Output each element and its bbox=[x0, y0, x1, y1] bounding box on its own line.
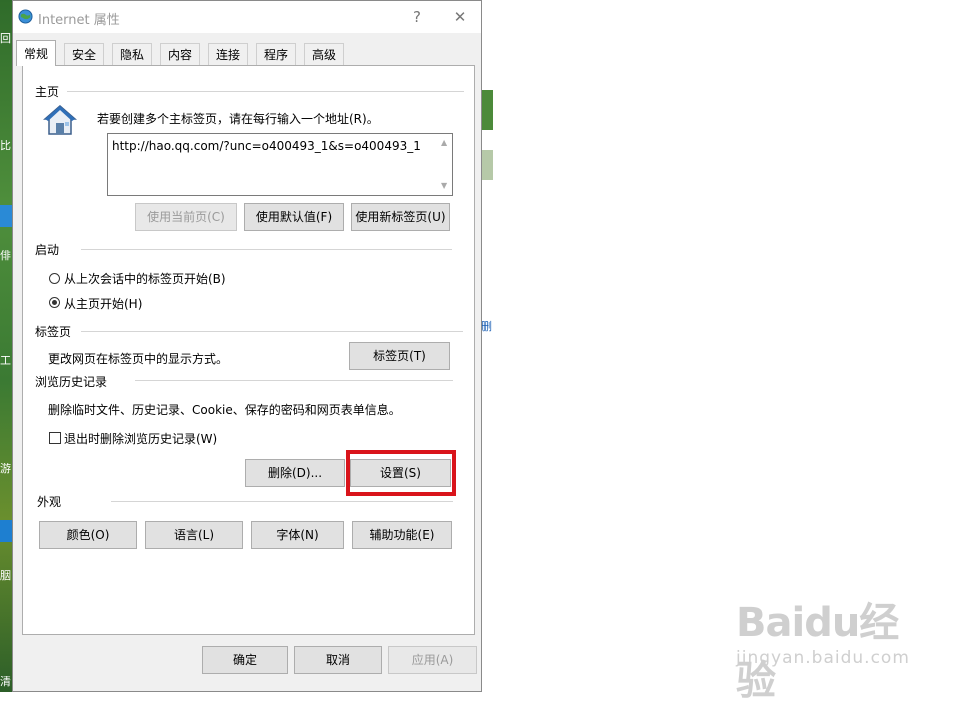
desktop-icon-label-6[interactable]: 胭 bbox=[0, 570, 12, 582]
history-section-title: 浏览历史记录 bbox=[35, 375, 108, 389]
accessibility-button[interactable]: 辅助功能(E) bbox=[352, 521, 452, 549]
tabs-settings-button[interactable]: 标签页(T) bbox=[349, 342, 450, 370]
watermark-url: jingyan.baidu.com bbox=[736, 648, 910, 668]
homepage-instruction: 若要创建多个主标签页，请在每行输入一个地址(R)。 bbox=[97, 112, 379, 126]
desktop-app-icon[interactable] bbox=[0, 520, 12, 542]
delete-on-exit-label[interactable]: 退出时删除浏览历史记录(W) bbox=[64, 430, 217, 447]
delete-on-exit-checkbox[interactable] bbox=[49, 432, 61, 444]
tab-privacy[interactable]: 隐私 bbox=[112, 43, 153, 65]
section-divider bbox=[67, 91, 464, 92]
radio-homepage-label[interactable]: 从主页开始(H) bbox=[64, 295, 142, 312]
window-title: Internet 属性 bbox=[38, 13, 120, 28]
section-divider bbox=[135, 380, 453, 381]
house-icon bbox=[43, 105, 77, 135]
desktop-app-icon[interactable] bbox=[0, 205, 12, 227]
languages-button[interactable]: 语言(L) bbox=[145, 521, 243, 549]
baidu-watermark: Baidu经验 jingyan.baidu.com bbox=[736, 590, 916, 704]
desktop-icon-label-2[interactable]: 比 bbox=[0, 140, 12, 152]
section-divider bbox=[81, 249, 452, 250]
history-description: 删除临时文件、历史记录、Cookie、保存的密码和网页表单信息。 bbox=[48, 403, 401, 417]
colors-button[interactable]: 颜色(O) bbox=[39, 521, 137, 549]
scroll-up-icon[interactable]: ▲ bbox=[441, 138, 447, 147]
fragment-link[interactable]: 删 bbox=[481, 318, 492, 334]
internet-properties-dialog: Internet 属性 ? ✕ 常规 安全 隐私 内容 连接 程序 高级 主页 … bbox=[12, 0, 482, 692]
appearance-section-title: 外观 bbox=[37, 495, 62, 509]
tab-general[interactable]: 常规 bbox=[16, 40, 57, 66]
settings-highlight-box bbox=[346, 450, 456, 496]
tab-security[interactable]: 安全 bbox=[64, 43, 105, 65]
scroll-down-icon[interactable]: ▼ bbox=[441, 181, 447, 190]
desktop-icon-label-7[interactable]: 清 bbox=[0, 676, 12, 688]
globe-icon bbox=[18, 9, 33, 24]
tab-programs[interactable]: 程序 bbox=[256, 43, 297, 65]
desktop-icon-label-5[interactable]: 游 bbox=[0, 463, 12, 475]
general-tab-panel: 主页 若要创建多个主标签页，请在每行输入一个地址(R)。 http://hao.… bbox=[22, 65, 475, 635]
url-scrollbar[interactable]: ▲ ▼ bbox=[438, 134, 452, 195]
use-current-button[interactable]: 使用当前页(C) bbox=[135, 203, 237, 231]
homepage-url-textarea[interactable]: http://hao.qq.com/?unc=o400493_1&s=o4004… bbox=[107, 133, 453, 196]
tabs-description: 更改网页在标签页中的显示方式。 bbox=[48, 352, 229, 366]
tabs-section-title: 标签页 bbox=[35, 325, 72, 339]
desktop-icon-label-3[interactable]: 俳 bbox=[0, 250, 12, 262]
startup-section-title: 启动 bbox=[35, 243, 60, 257]
section-divider bbox=[81, 331, 463, 332]
tab-connections[interactable]: 连接 bbox=[208, 43, 249, 65]
delete-history-button[interactable]: 删除(D)... bbox=[245, 459, 345, 487]
homepage-section-title: 主页 bbox=[35, 85, 60, 99]
radio-homepage[interactable] bbox=[49, 297, 60, 308]
desktop-icon-label-4[interactable]: 工 bbox=[0, 355, 12, 367]
close-button[interactable]: ✕ bbox=[446, 5, 474, 29]
desktop-background bbox=[0, 0, 12, 692]
tab-advanced[interactable]: 高级 bbox=[304, 43, 345, 65]
apply-button[interactable]: 应用(A) bbox=[388, 646, 477, 674]
tab-content[interactable]: 内容 bbox=[160, 43, 201, 65]
title-bar[interactable]: Internet 属性 ? ✕ bbox=[13, 1, 481, 33]
use-new-tab-button[interactable]: 使用新标签页(U) bbox=[351, 203, 450, 231]
desktop-icon-label-1[interactable]: 回 bbox=[0, 33, 12, 45]
ok-button[interactable]: 确定 bbox=[202, 646, 288, 674]
radio-last-session[interactable] bbox=[49, 273, 60, 284]
help-button[interactable]: ? bbox=[403, 5, 431, 29]
use-default-button[interactable]: 使用默认值(F) bbox=[244, 203, 344, 231]
cancel-button[interactable]: 取消 bbox=[294, 646, 382, 674]
radio-last-session-label[interactable]: 从上次会话中的标签页开始(B) bbox=[64, 270, 226, 287]
fonts-button[interactable]: 字体(N) bbox=[251, 521, 344, 549]
homepage-url-value: http://hao.qq.com/?unc=o400493_1&s=o4004… bbox=[112, 139, 421, 153]
section-divider bbox=[111, 501, 453, 502]
